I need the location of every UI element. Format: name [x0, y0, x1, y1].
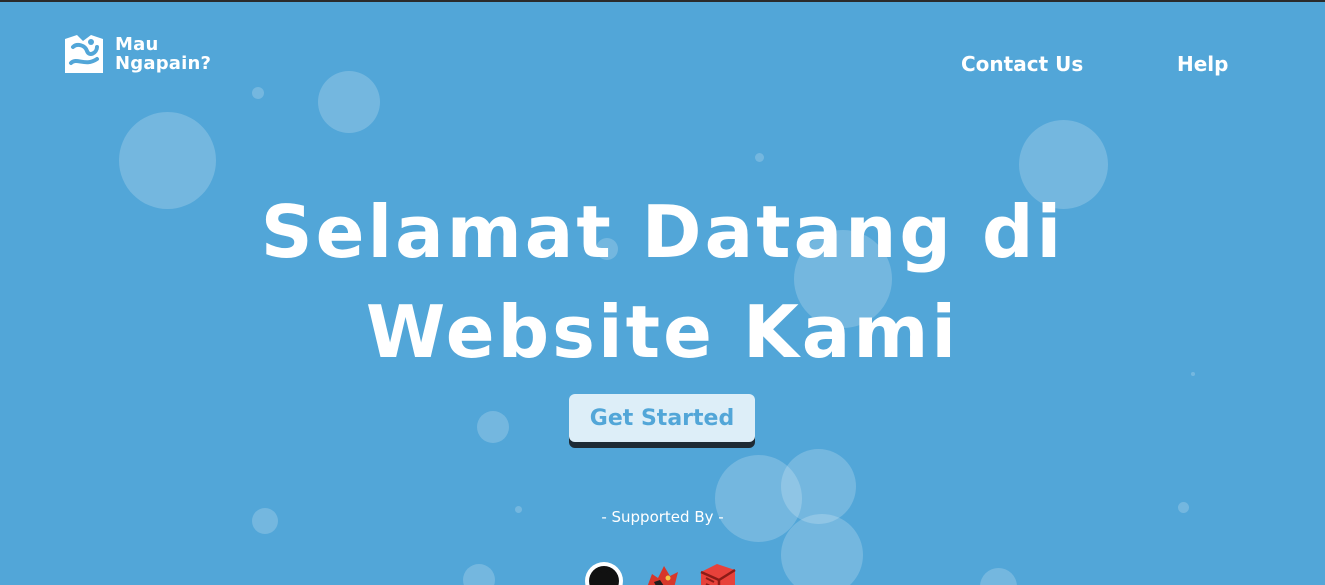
- brand-logo[interactable]: Mau Ngapain?: [63, 33, 211, 75]
- nav-contact-link[interactable]: Contact Us: [961, 52, 1083, 76]
- brand-line-1: Mau: [115, 34, 159, 55]
- dragon-icon[interactable]: [640, 560, 682, 585]
- supported-by-label: - Supported By -: [601, 508, 724, 526]
- get-started-button[interactable]: Get Started: [569, 394, 755, 442]
- github-icon[interactable]: [583, 560, 625, 585]
- navbar: Mau Ngapain? Contact Us Help: [0, 2, 1325, 112]
- hero-title-line-1: Selamat Datang di: [260, 190, 1065, 274]
- decor-bubble: [477, 411, 509, 443]
- decor-bubble: [980, 568, 1017, 585]
- brand-line-2: Ngapain?: [115, 53, 212, 74]
- laravel-icon[interactable]: [697, 560, 739, 585]
- decor-bubble: [755, 153, 764, 162]
- hero-title-line-2: Website Kami: [365, 290, 960, 374]
- sponsor-logos: [583, 560, 743, 585]
- decor-bubble: [463, 564, 495, 585]
- hero-title: Selamat Datang di Website Kami: [0, 182, 1325, 382]
- brand-name: Mau Ngapain?: [115, 35, 211, 73]
- brand-logo-icon: [65, 35, 103, 73]
- nav-help-link[interactable]: Help: [1177, 52, 1228, 76]
